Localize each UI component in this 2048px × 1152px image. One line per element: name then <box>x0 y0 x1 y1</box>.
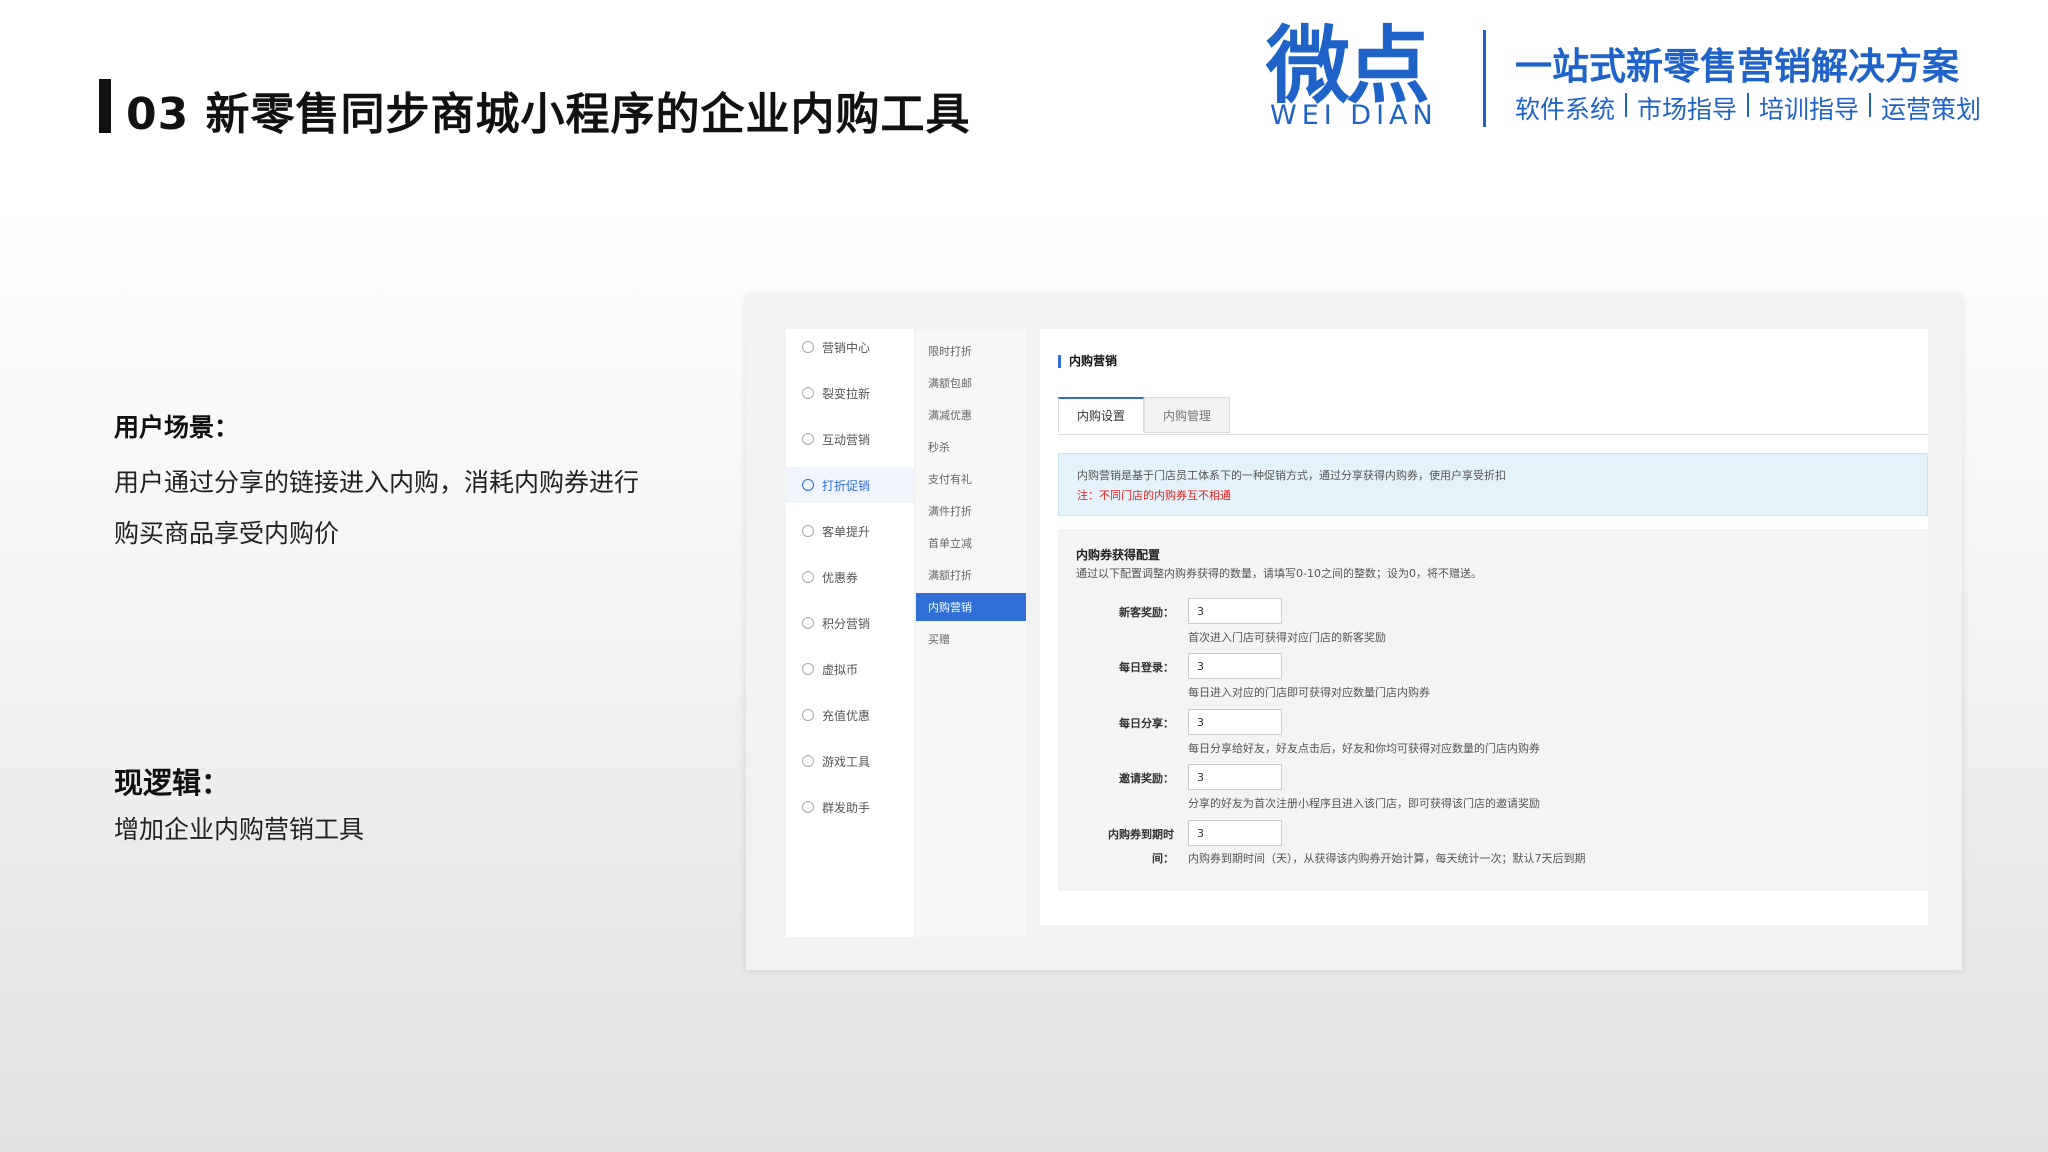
tab-management[interactable]: 内购管理 <box>1144 397 1230 433</box>
nav-label: 积分营销 <box>822 616 871 631</box>
subnav-item-internal-purchase[interactable]: 内购营销 <box>916 593 1026 621</box>
subnav-item[interactable]: 支付有礼 <box>916 465 1026 493</box>
nav-label: 游戏工具 <box>822 754 871 769</box>
invite-reward-hint: 分享的好友为首次注册小程序且进入该门店，即可获得该门店的邀请奖励 <box>1188 797 1540 810</box>
subnav-item[interactable]: 满额打折 <box>916 561 1026 589</box>
nav-item-interactive[interactable]: 互动营销 <box>786 421 914 457</box>
sub-nav: 限时打折 满额包邮 满减优惠 秒杀 支付有礼 满件打折 首单立减 满额打折 内购… <box>916 329 1026 937</box>
slogan-tags: 软件系统 市场指导 培训指导 运营策划 <box>1515 90 1981 126</box>
invite-reward-label: 邀请奖励： <box>1119 772 1174 785</box>
game-icon <box>802 755 814 767</box>
tab-settings[interactable]: 内购设置 <box>1058 397 1144 433</box>
nav-item-games[interactable]: 游戏工具 <box>786 743 914 779</box>
expiry-hint: 内购券到期时间（天），从获得该内购券开始计算，每天统计一次；默认7天后到期 <box>1188 852 1586 865</box>
expiry-input[interactable]: 3 <box>1188 820 1282 846</box>
nav-label: 虚拟币 <box>822 662 859 677</box>
nav-label: 裂变拉新 <box>822 386 871 401</box>
slogan: 一站式新零售营销解决方案 <box>1515 45 1959 88</box>
brand-logo-en: WEI DIAN <box>1270 100 1438 131</box>
nav-item-discount[interactable]: 打折促销 <box>786 467 914 503</box>
invite-reward-input[interactable]: 3 <box>1188 764 1282 790</box>
tag-separator <box>1747 93 1750 117</box>
daily-login-label: 每日登录： <box>1119 661 1174 674</box>
panel-title: 内购营销 <box>1058 355 1117 368</box>
daily-login-input[interactable]: 3 <box>1188 653 1282 679</box>
subnav-item[interactable]: 秒杀 <box>916 433 1026 461</box>
new-customer-hint: 首次进入门店可获得对应门店的新客奖励 <box>1188 631 1386 644</box>
grid-icon <box>802 341 814 353</box>
info-notice: 内购营销是基于门店员工体系下的一种促销方式，通过分享获得内购券，使用户享受折扣 … <box>1058 453 1928 516</box>
nav-item-coupon[interactable]: 优惠券 <box>786 559 914 595</box>
daily-login-hint: 每日进入对应的门店即可获得对应数量门店内购券 <box>1188 686 1430 699</box>
coin-icon <box>802 663 814 675</box>
nav-label: 互动营销 <box>822 432 871 447</box>
nav-item-virtual-coin[interactable]: 虚拟币 <box>786 651 914 687</box>
subnav-item[interactable]: 首单立减 <box>916 529 1026 557</box>
fission-icon <box>802 387 814 399</box>
nav-label: 营销中心 <box>822 340 871 355</box>
message-icon <box>802 801 814 813</box>
nav-item-fission[interactable]: 裂变拉新 <box>786 375 914 411</box>
form-description: 通过以下配置调整内购券获得的数量，请填写0-10之间的整数；设为0，将不赠送。 <box>1076 567 1482 580</box>
subnav-item[interactable]: 满件打折 <box>916 497 1026 525</box>
new-customer-label: 新客奖励： <box>1119 606 1174 619</box>
send-icon <box>802 433 814 445</box>
notice-warning: 注：不同门店的内购券互不相通 <box>1077 489 1231 502</box>
title-accent-bar <box>99 79 111 133</box>
subnav-item[interactable]: 限时打折 <box>916 337 1026 365</box>
page-title: 03 新零售同步商城小程序的企业内购工具 <box>126 89 971 140</box>
new-customer-input[interactable]: 3 <box>1188 598 1282 624</box>
nav-label: 群发助手 <box>822 800 871 815</box>
tag-market: 市场指导 <box>1637 95 1738 124</box>
subnav-item[interactable]: 满额包邮 <box>916 369 1026 397</box>
subnav-item[interactable]: 买赠 <box>916 625 1026 653</box>
nav-label: 优惠券 <box>822 570 859 585</box>
nav-item-recharge[interactable]: 充值优惠 <box>786 697 914 733</box>
form-title: 内购券获得配置 <box>1076 548 1161 562</box>
main-nav: 营销中心 裂变拉新 互动营销 打折促销 客单提升 优惠券 积分营销 虚拟币 充值… <box>786 329 914 937</box>
nav-label: 客单提升 <box>822 524 871 539</box>
discount-icon <box>802 479 814 491</box>
tab-bar: 内购设置 内购管理 <box>1058 397 1928 435</box>
logic-text: 增加企业内购营销工具 <box>114 815 365 844</box>
brand-logo: 微点 <box>1266 17 1430 115</box>
search-icon <box>802 525 814 537</box>
nav-item-points[interactable]: 积分营销 <box>786 605 914 641</box>
subnav-item[interactable]: 满减优惠 <box>916 401 1026 429</box>
nav-label: 打折促销 <box>822 478 871 493</box>
nav-item-upsell[interactable]: 客单提升 <box>786 513 914 549</box>
notice-text: 内购营销是基于门店员工体系下的一种促销方式，通过分享获得内购券，使用户享受折扣 <box>1077 469 1506 482</box>
config-form: 内购券获得配置 通过以下配置调整内购券获得的数量，请填写0-10之间的整数；设为… <box>1058 529 1928 891</box>
logic-heading: 现逻辑： <box>114 766 231 800</box>
tag-software: 软件系统 <box>1515 95 1616 124</box>
main-panel: 内购营销 内购设置 内购管理 内购营销是基于门店员工体系下的一种促销方式，通过分… <box>1040 329 1928 925</box>
tag-separator <box>1869 93 1872 117</box>
app-screenshot: 营销中心 裂变拉新 互动营销 打折促销 客单提升 优惠券 积分营销 虚拟币 充值… <box>746 296 1962 970</box>
scenario-text: 用户通过分享的链接进入内购，消耗内购券进行购买商品享受内购价 <box>114 468 640 548</box>
scenario-heading: 用户场景： <box>114 413 240 442</box>
logo-divider <box>1483 30 1486 127</box>
nav-item-marketing-center[interactable]: 营销中心 <box>786 329 914 365</box>
points-icon <box>802 617 814 629</box>
nav-item-broadcast[interactable]: 群发助手 <box>786 789 914 825</box>
tag-operation: 运营策划 <box>1881 95 1982 124</box>
tag-training: 培训指导 <box>1759 95 1860 124</box>
tag-separator <box>1625 93 1628 117</box>
daily-share-label: 每日分享： <box>1119 717 1174 730</box>
daily-share-hint: 每日分享给好友，好友点击后，好友和你均可获得对应数量的门店内购券 <box>1188 742 1540 755</box>
recharge-icon <box>802 709 814 721</box>
coupon-icon <box>802 571 814 583</box>
expiry-label: 内购券到期时 <box>1108 828 1174 841</box>
nav-label: 充值优惠 <box>822 708 871 723</box>
daily-share-input[interactable]: 3 <box>1188 709 1282 735</box>
expiry-label-cont: 间： <box>1152 852 1174 865</box>
